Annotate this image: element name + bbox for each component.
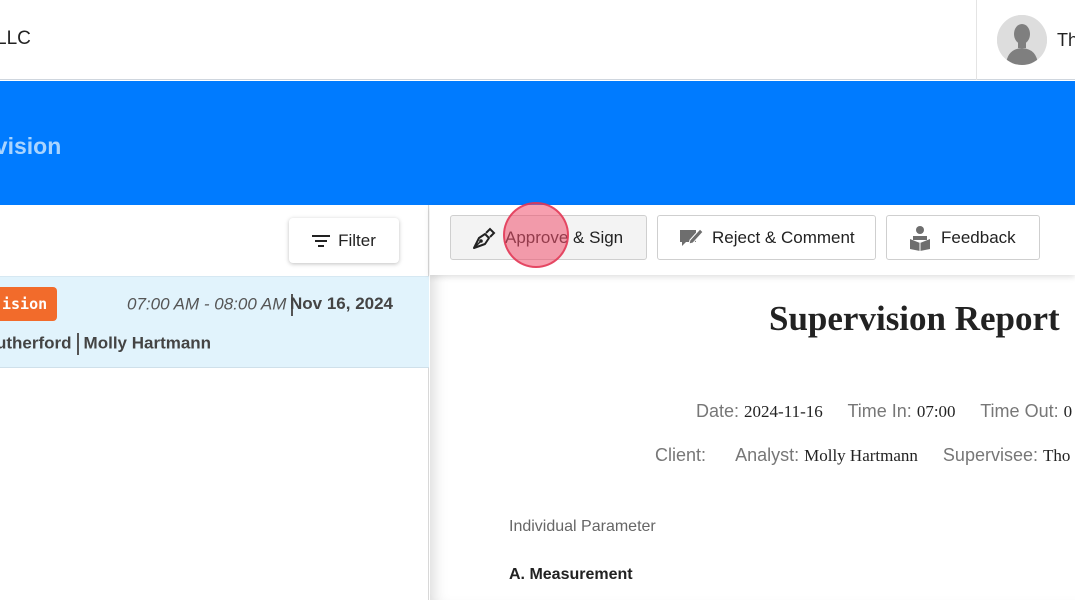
report-title: Supervision Report [769,299,1060,338]
session-date: Nov 16, 2024 [290,294,394,313]
client-label: Client: [655,445,707,465]
organization-name: LLC [0,28,31,49]
time-in-value: 07:00 [916,402,956,421]
session-time-text: 07:00 AM - 08:00 AM [127,294,287,314]
user-name[interactable]: Th [1057,30,1075,51]
feedback-button[interactable]: Feedback [886,215,1040,260]
report-document: Supervision Report Date: 2024-11-16 Time… [430,275,1075,600]
comment-edit-icon [680,227,704,246]
session-type-badge: ision [0,287,58,321]
date-value: 2024-11-16 [744,402,823,421]
separator [76,333,79,355]
date-label: Date: [696,401,740,421]
top-app-bar: LLC Th [0,0,1075,80]
page-title: evision [0,133,62,159]
section-heading: A. Measurement [509,566,633,583]
session-participants: utherford Molly Hartmann [0,333,211,355]
filter-button[interactable]: Filter [289,218,399,263]
filter-icon [312,234,331,247]
section-label: Individual Parameter [509,518,656,535]
page-banner: evision [0,81,1075,205]
supervisee-label: Supervisee: [942,445,1038,465]
time-out-label: Time Out: [980,401,1059,421]
analyst-value: Molly Hartmann [804,446,918,465]
reader-feedback-icon [910,225,930,251]
time-in-label: Time In: [847,401,912,421]
reject-comment-button[interactable]: Reject & Comment [657,215,876,260]
user-avatar-icon[interactable] [997,15,1047,65]
report-action-toolbar: Approve & Sign Reject & Comment Feedback [430,202,1075,275]
session-list-item[interactable]: ision 07:00 AM - 08:00 AM Nov 16, 2024 u… [0,276,429,368]
feedback-label: Feedback [941,227,1016,247]
supervisee-value: Tho [1043,446,1071,465]
session-time-range: 07:00 AM - 08:00 AM [127,294,298,316]
time-out-value: 0 [1063,402,1073,421]
report-people-row: Client: Analyst: Molly Hartmann Supervis… [655,445,1070,466]
session-list-panel: Filter ision 07:00 AM - 08:00 AM Nov 16,… [0,205,429,600]
approve-sign-label: Approve & Sign [505,227,624,247]
session-client: utherford [0,333,72,353]
filter-button-label: Filter [338,230,376,250]
analyst-label: Analyst: [735,445,800,465]
reject-comment-label: Reject & Comment [712,227,855,247]
session-analyst: Molly Hartmann [83,333,212,353]
user-menu[interactable]: Th [976,0,1075,80]
report-time-row: Date: 2024-11-16 Time In: 07:00 Time Out… [696,401,1072,422]
approve-sign-button[interactable]: Approve & Sign [450,215,647,260]
pen-nib-icon [473,227,496,249]
